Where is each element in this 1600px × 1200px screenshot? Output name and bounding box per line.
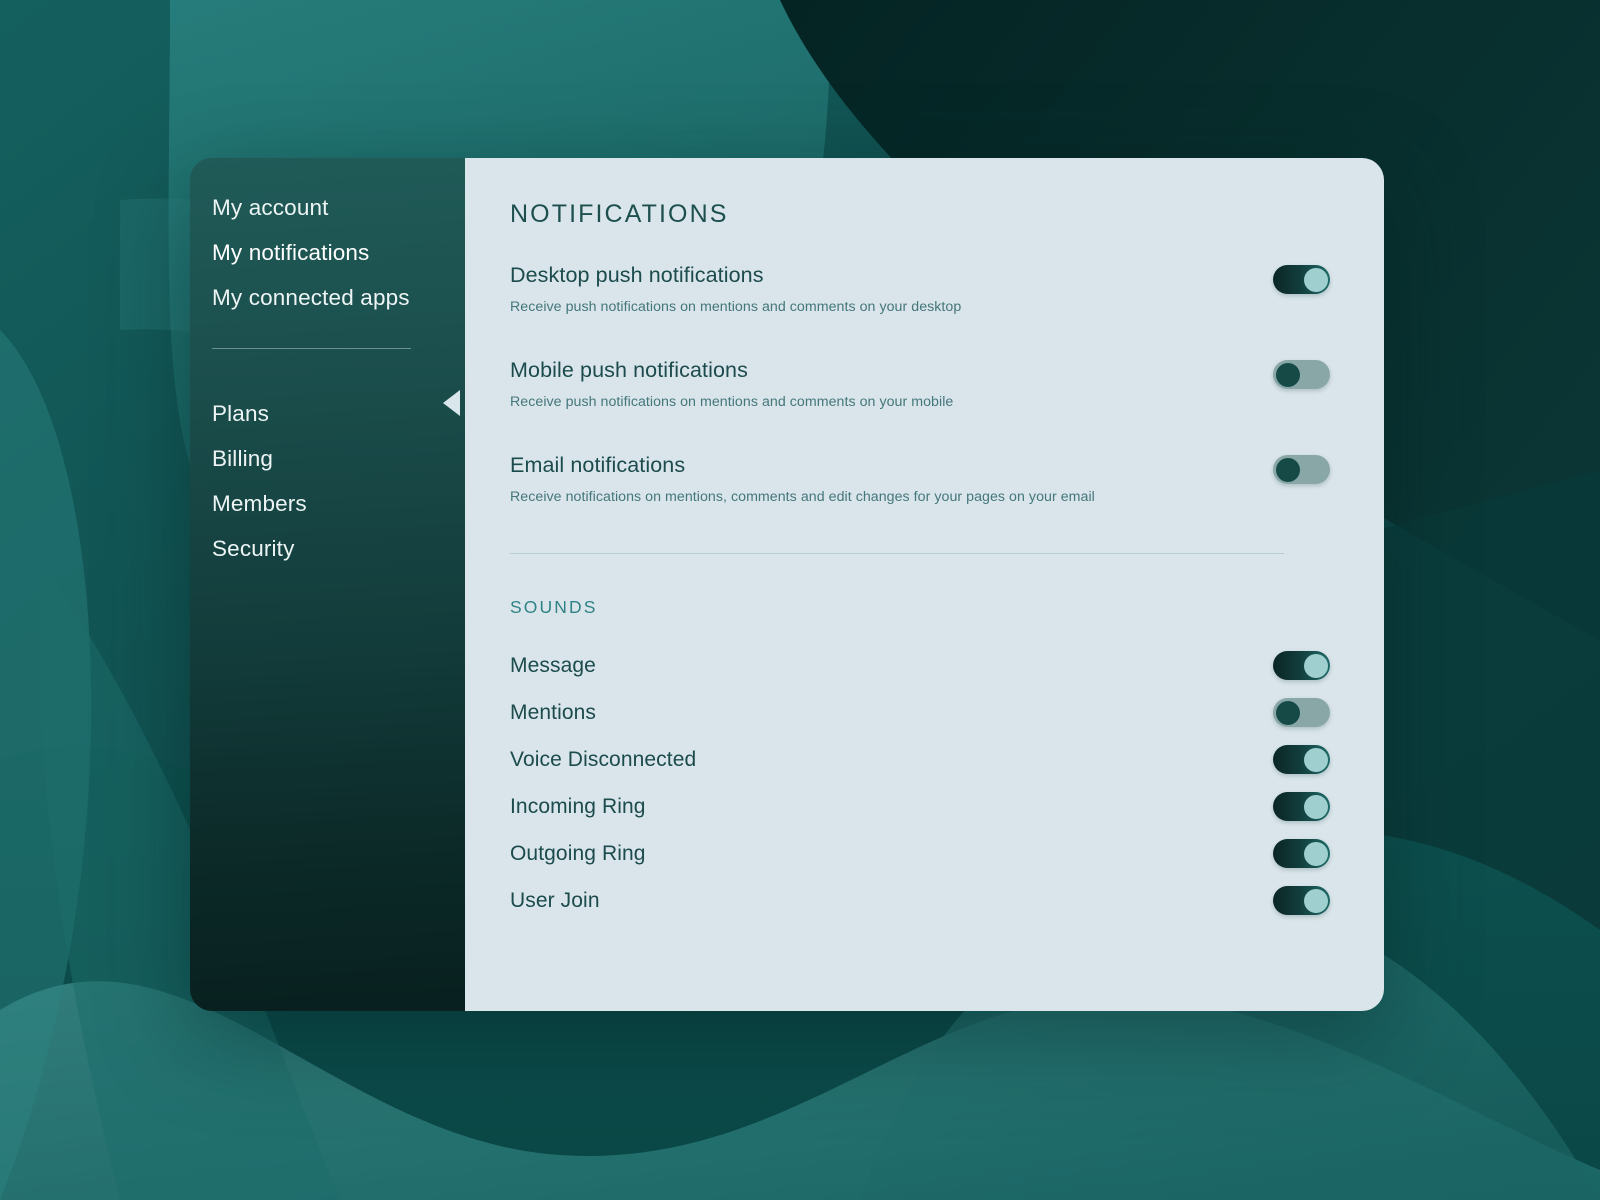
toggle-knob (1275, 700, 1300, 725)
toggle-knob (1303, 888, 1328, 913)
sound-label: Mentions (510, 700, 597, 724)
toggle-knob (1303, 653, 1328, 678)
notifications-heading: NOTIFICATIONS (510, 200, 729, 228)
pref-row-email-notifications: Email notifications Receive notification… (510, 451, 1330, 508)
section-divider (510, 553, 1284, 554)
pref-label: Mobile push notifications (510, 358, 748, 382)
toggle-knob (1303, 747, 1328, 772)
sound-row-voice-disconnected: Voice Disconnected (510, 736, 1330, 783)
settings-sidebar: My account My notifications My connected… (190, 158, 465, 1011)
pref-label: Email notifications (510, 453, 686, 477)
sidebar-divider (212, 348, 411, 349)
sounds-heading: SOUNDS (510, 597, 598, 617)
toggle-knob (1303, 841, 1328, 866)
pref-row-mobile-push: Mobile push notifications Receive push n… (510, 356, 1330, 413)
app-screen: My account My notifications My connected… (0, 0, 1600, 1200)
sound-row-mentions: Mentions (510, 689, 1330, 736)
toggle-knob (1275, 457, 1300, 482)
sidebar-item-security[interactable]: Security (212, 526, 465, 571)
pref-description: Receive push notifications on mentions a… (510, 299, 962, 315)
sound-row-user-join: User Join (510, 877, 1330, 924)
active-item-arrow-icon (443, 390, 460, 416)
settings-content-panel: NOTIFICATIONS Desktop push notifications… (465, 158, 1384, 1011)
toggle-sound-mentions[interactable] (1273, 698, 1330, 727)
toggle-knob (1275, 362, 1300, 387)
toggle-sound-incoming-ring[interactable] (1273, 792, 1330, 821)
toggle-mobile-push[interactable] (1273, 360, 1330, 389)
sound-row-message: Message (510, 642, 1330, 689)
toggle-knob (1303, 794, 1328, 819)
sidebar-item-billing[interactable]: Billing (212, 436, 465, 481)
pref-description: Receive notifications on mentions, comme… (510, 489, 1095, 505)
toggle-sound-voice-disconnected[interactable] (1273, 745, 1330, 774)
toggle-sound-user-join[interactable] (1273, 886, 1330, 915)
sidebar-secondary-group: Plans Billing Members Security (190, 391, 465, 571)
pref-label: Desktop push notifications (510, 263, 764, 287)
sound-label: Voice Disconnected (510, 747, 697, 771)
sound-label: Outgoing Ring (510, 841, 646, 865)
toggle-email-notifications[interactable] (1273, 455, 1330, 484)
toggle-desktop-push[interactable] (1273, 265, 1330, 294)
sidebar-item-my-connected-apps[interactable]: My connected apps (212, 275, 465, 320)
sound-row-incoming-ring: Incoming Ring (510, 783, 1330, 830)
settings-window: My account My notifications My connected… (190, 158, 1384, 1011)
sound-row-outgoing-ring: Outgoing Ring (510, 830, 1330, 877)
sound-label: User Join (510, 888, 600, 912)
pref-row-desktop-push: Desktop push notifications Receive push … (510, 261, 1330, 318)
sound-label: Message (510, 653, 596, 677)
pref-description: Receive push notifications on mentions a… (510, 394, 954, 410)
toggle-knob (1303, 267, 1328, 292)
sidebar-item-members[interactable]: Members (212, 481, 465, 526)
sidebar-item-my-notifications[interactable]: My notifications (212, 230, 465, 275)
sound-label: Incoming Ring (510, 794, 646, 818)
sidebar-primary-group: My account My notifications My connected… (190, 185, 465, 320)
toggle-sound-message[interactable] (1273, 651, 1330, 680)
sidebar-item-my-account[interactable]: My account (212, 185, 465, 230)
toggle-sound-outgoing-ring[interactable] (1273, 839, 1330, 868)
sidebar-item-plans[interactable]: Plans (212, 391, 465, 436)
